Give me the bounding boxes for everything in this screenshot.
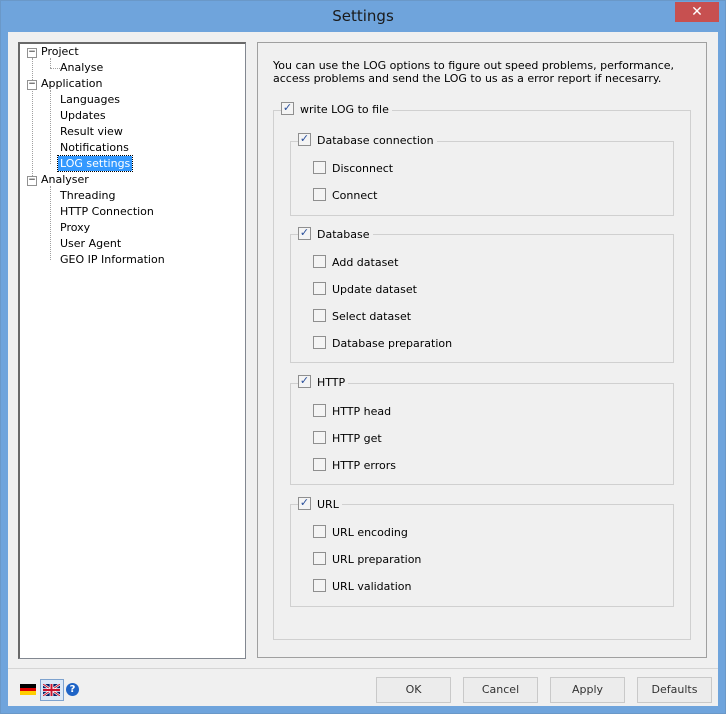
database-checkbox[interactable]: Database (298, 227, 373, 242)
url-label: URL (317, 498, 339, 511)
http-get-check-icon (313, 431, 326, 444)
tree-line (32, 58, 33, 182)
tree-item-threading[interactable]: Threading (60, 188, 115, 203)
write-log-label: write LOG to file (300, 103, 389, 116)
tree-item-notifications[interactable]: Notifications (60, 140, 129, 155)
database-label: Database (317, 228, 370, 241)
tree-item-analyse[interactable]: Analyse (60, 60, 103, 75)
add-dataset-check-icon (313, 255, 326, 268)
url-preparation-checkbox[interactable]: URL preparation (313, 552, 425, 567)
url-encoding-label: URL encoding (332, 526, 408, 539)
disconnect-checkbox[interactable]: Disconnect (313, 161, 397, 176)
title-bar[interactable]: Settings ✕ (1, 1, 725, 32)
tree-item-geo-ip-information[interactable]: GEO IP Information (60, 252, 165, 267)
http-head-check-icon (313, 404, 326, 417)
tree-item-proxy[interactable]: Proxy (60, 220, 90, 235)
write-log-checkbox[interactable]: write LOG to file (281, 102, 392, 117)
cancel-button[interactable]: Cancel (463, 677, 538, 703)
tree-line (50, 90, 51, 164)
window-frame-left (1, 32, 8, 713)
collapse-application-icon[interactable]: − (27, 80, 37, 90)
select-dataset-check-icon (313, 309, 326, 322)
database-connection-checkbox[interactable]: Database connection (298, 133, 437, 148)
help-icon[interactable]: ? (66, 683, 79, 696)
http-label: HTTP (317, 376, 346, 389)
close-button[interactable]: ✕ (675, 2, 719, 22)
url-preparation-label: URL preparation (332, 553, 422, 566)
http-head-label: HTTP head (332, 405, 392, 418)
url-encoding-checkbox[interactable]: URL encoding (313, 525, 411, 540)
url-validation-check-icon (313, 579, 326, 592)
disconnect-check-icon (313, 161, 326, 174)
database-preparation-check-icon (313, 336, 326, 349)
http-get-checkbox[interactable]: HTTP get (313, 431, 385, 446)
tree-item-log-settings[interactable]: LOG settings (56, 155, 134, 172)
tree-item-languages[interactable]: Languages (60, 92, 120, 107)
add-dataset-label: Add dataset (332, 256, 399, 269)
select-dataset-checkbox[interactable]: Select dataset (313, 309, 415, 324)
write-log-check-icon (281, 102, 294, 115)
settings-window: Settings ✕ − Project Analyse − Applicati… (0, 0, 726, 714)
select-dataset-label: Select dataset (332, 310, 412, 323)
connect-checkbox[interactable]: Connect (313, 188, 381, 203)
update-dataset-label: Update dataset (332, 283, 417, 296)
connect-check-icon (313, 188, 326, 201)
http-checkbox[interactable]: HTTP (298, 375, 349, 390)
disconnect-label: Disconnect (332, 162, 394, 175)
tree-item-updates[interactable]: Updates (60, 108, 106, 123)
tree-line (50, 58, 51, 68)
database-connection-label: Database connection (317, 134, 434, 147)
tree-item-http-connection[interactable]: HTTP Connection (60, 204, 154, 219)
tree-line (50, 68, 60, 69)
window-frame-bottom (1, 706, 725, 713)
window-frame-right (718, 32, 725, 713)
collapse-project-icon[interactable]: − (27, 48, 37, 58)
defaults-button[interactable]: Defaults (637, 677, 712, 703)
log-description: You can use the LOG options to figure ou… (273, 59, 675, 85)
tree-item-analyser[interactable]: Analyser (41, 172, 89, 187)
database-connection-group (290, 141, 674, 216)
tree-item-result-view[interactable]: Result view (60, 124, 123, 139)
collapse-analyser-icon[interactable]: − (27, 176, 37, 186)
url-validation-label: URL validation (332, 580, 412, 593)
url-encoding-check-icon (313, 525, 326, 538)
http-check-icon (298, 375, 311, 388)
german-flag-icon[interactable] (20, 684, 36, 695)
english-flag-button[interactable] (40, 679, 64, 701)
tree-item-user-agent[interactable]: User Agent (60, 236, 121, 251)
footer-separator (8, 668, 718, 669)
connect-label: Connect (332, 189, 378, 202)
url-checkbox[interactable]: URL (298, 497, 342, 512)
update-dataset-check-icon (313, 282, 326, 295)
http-get-label: HTTP get (332, 432, 382, 445)
window-title: Settings (332, 7, 394, 25)
close-icon: ✕ (691, 4, 703, 20)
url-validation-checkbox[interactable]: URL validation (313, 579, 415, 594)
update-dataset-checkbox[interactable]: Update dataset (313, 282, 420, 297)
database-check-icon (298, 227, 311, 240)
url-check-icon (298, 497, 311, 510)
http-head-checkbox[interactable]: HTTP head (313, 404, 395, 419)
tree-item-project[interactable]: Project (41, 44, 79, 59)
add-dataset-checkbox[interactable]: Add dataset (313, 255, 402, 270)
database-preparation-checkbox[interactable]: Database preparation (313, 336, 456, 351)
url-preparation-check-icon (313, 552, 326, 565)
http-errors-check-icon (313, 458, 326, 471)
settings-tree[interactable]: − Project Analyse − Application Language… (18, 42, 246, 659)
ok-button[interactable]: OK (376, 677, 451, 703)
http-errors-label: HTTP errors (332, 459, 397, 472)
tree-item-application[interactable]: Application (41, 76, 102, 91)
http-errors-checkbox[interactable]: HTTP errors (313, 458, 400, 473)
apply-button[interactable]: Apply (550, 677, 625, 703)
tree-line (50, 186, 51, 260)
database-connection-check-icon (298, 133, 311, 146)
uk-flag-icon (43, 684, 60, 696)
database-preparation-label: Database preparation (332, 337, 453, 350)
